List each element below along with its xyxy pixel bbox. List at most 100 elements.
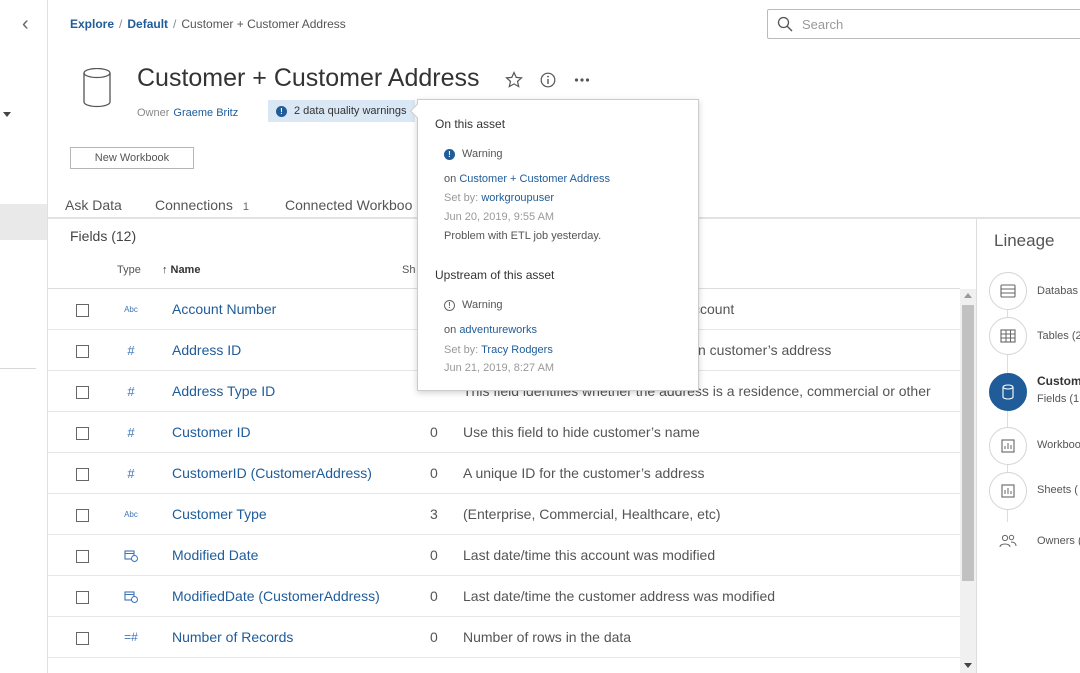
calc-hash-icon: =# [124, 630, 138, 644]
field-name-link[interactable]: Account Number [172, 301, 276, 317]
search-icon [777, 16, 793, 37]
data-source-icon [82, 67, 112, 113]
row-checkbox[interactable] [76, 304, 89, 317]
field-name-link[interactable]: Customer ID [172, 424, 251, 440]
workbook-icon [1001, 439, 1015, 453]
row-checkbox[interactable] [76, 509, 89, 522]
tab-connections[interactable]: Connections 1 [155, 197, 249, 213]
set-by-prefix: Set by: [444, 192, 479, 204]
column-header-type[interactable]: Type [117, 264, 141, 276]
lineage-panel: Lineage Databas Tables (2 Custom Fields … [976, 219, 1080, 673]
lineage-label-owners[interactable]: Owners ( [1037, 535, 1080, 547]
warning-icon: ! [444, 148, 455, 160]
field-name-link[interactable]: Number of Records [172, 629, 293, 645]
scroll-up-arrow-icon[interactable] [964, 293, 972, 298]
asset-link[interactable]: Customer + Customer Address [459, 173, 610, 185]
table-row[interactable]: Modified Date 0 Last date/time this acco… [48, 535, 960, 576]
upstream-asset-link[interactable]: adventureworks [459, 324, 537, 336]
table-row[interactable]: Abc Customer Type 3 (Enterprise, Commerc… [48, 494, 960, 535]
sidebar-dropdown-caret-icon[interactable] [3, 112, 11, 117]
lineage-label-current[interactable]: Custom [1037, 374, 1080, 388]
field-name-link[interactable]: CustomerID (CustomerAddress) [172, 465, 372, 481]
warning-label: Warning [462, 299, 503, 311]
collapse-sidebar-icon[interactable]: ‹ [22, 14, 29, 34]
field-name-link[interactable]: Customer Type [172, 506, 267, 522]
tab-ask-data[interactable]: Ask Data [65, 197, 122, 213]
new-workbook-button[interactable]: New Workbook [70, 147, 194, 169]
set-by-user-link[interactable]: workgroupuser [481, 192, 554, 204]
field-name-link[interactable]: Address Type ID [172, 383, 275, 399]
popover-asset-message: Problem with ETL job yesterday. [444, 230, 602, 242]
row-checkbox[interactable] [76, 468, 89, 481]
lineage-label-databases[interactable]: Databas [1037, 285, 1078, 297]
field-description: A unique ID for the customer’s address [463, 465, 705, 481]
owner-name-link[interactable]: Graeme Britz [173, 107, 238, 119]
warning-icon: ! [276, 105, 287, 117]
table-row[interactable]: # CustomerID (CustomerAddress) 0 A uniqu… [48, 453, 960, 494]
lineage-label-sheets[interactable]: Sheets ( [1037, 484, 1078, 496]
sidebar-selected-item[interactable] [0, 204, 47, 240]
table-row[interactable]: =# Number of Records 0 Number of rows in… [48, 617, 960, 658]
fields-title: Fields (12) [70, 228, 137, 244]
field-name-link[interactable]: ModifiedDate (CustomerAddress) [172, 588, 380, 604]
popover-upstream-on: on adventureworks [444, 324, 537, 336]
field-name-link[interactable]: Address ID [172, 342, 241, 358]
popover-heading-asset: On this asset [435, 117, 506, 131]
breadcrumb: Explore / Default / Customer + Customer Addr… [70, 17, 346, 31]
row-checkbox[interactable] [76, 632, 89, 645]
table-row[interactable]: # Customer ID 0 Use this field to hide c… [48, 412, 960, 453]
breadcrumb-default[interactable]: Default [127, 17, 168, 31]
popover-asset-date: Jun 20, 2019, 9:55 AM [444, 211, 555, 223]
info-icon[interactable] [537, 69, 559, 91]
column-header-sheets[interactable]: Sh [402, 264, 415, 276]
field-description: (Enterprise, Commercial, Healthcare, etc… [463, 506, 721, 522]
owner-info: Owner Graeme Britz [137, 107, 238, 119]
row-checkbox[interactable] [76, 427, 89, 440]
tab-connected-workbooks[interactable]: Connected Workboo [285, 197, 412, 213]
field-sheet-count: 0 [430, 547, 438, 563]
header-actions [503, 68, 605, 92]
star-icon[interactable] [503, 69, 525, 91]
lineage-node-sheets[interactable] [989, 472, 1027, 510]
popover-asset-set-by: Set by: workgroupuser [444, 192, 554, 204]
row-checkbox[interactable] [76, 591, 89, 604]
lineage-label-workbooks[interactable]: Workboo [1037, 439, 1080, 451]
data-quality-warning-badge[interactable]: ! 2 data quality warnings [268, 100, 415, 122]
lineage-label-tables[interactable]: Tables (2 [1037, 330, 1080, 342]
abc-icon: Abc [124, 304, 138, 314]
column-header-name[interactable]: ↑ Name [162, 264, 200, 276]
lineage-node-tables[interactable] [989, 317, 1027, 355]
warning-outline-icon: ! [444, 299, 455, 311]
search-box [767, 9, 1080, 39]
hash-icon: # [127, 424, 135, 440]
more-icon[interactable] [571, 69, 593, 91]
tab-label: Connected Workboo [285, 197, 413, 213]
field-name-link[interactable]: Modified Date [172, 547, 258, 563]
popover-upstream-date: Jun 21, 2019, 8:27 AM [444, 362, 555, 374]
row-checkbox[interactable] [76, 345, 89, 358]
lineage-node-owners[interactable] [989, 522, 1027, 560]
popover-upstream-set-by: Set by: Tracy Rodgers [444, 344, 553, 356]
scroll-down-arrow-icon[interactable] [964, 663, 972, 668]
sidebar-divider [0, 368, 36, 369]
breadcrumb-explore[interactable]: Explore [70, 17, 114, 31]
table-row[interactable]: ModifiedDate (CustomerAddress) 0 Last da… [48, 576, 960, 617]
field-sheet-count: 3 [430, 506, 438, 522]
date-icon [121, 547, 141, 563]
fields-scrollbar[interactable] [960, 289, 976, 673]
field-description: Use this field to hide customer’s name [463, 424, 700, 440]
hash-icon: # [127, 342, 135, 358]
lineage-node-databases[interactable] [989, 272, 1027, 310]
set-by-user-link[interactable]: Tracy Rodgers [481, 344, 553, 356]
scrollbar-thumb[interactable] [962, 305, 974, 581]
row-checkbox[interactable] [76, 550, 89, 563]
lineage-node-workbooks[interactable] [989, 427, 1027, 465]
search-input[interactable] [802, 15, 1072, 33]
lineage-node-current-datasource[interactable] [989, 373, 1027, 411]
datasource-icon [1002, 384, 1014, 400]
data-quality-popover: On this asset ! Warning on Customer + Cus… [409, 99, 699, 391]
row-checkbox[interactable] [76, 386, 89, 399]
sort-ascending-icon: ↑ [162, 264, 168, 276]
sheet-icon [1001, 484, 1015, 498]
lineage-label-fields[interactable]: Fields (1 [1037, 393, 1079, 405]
